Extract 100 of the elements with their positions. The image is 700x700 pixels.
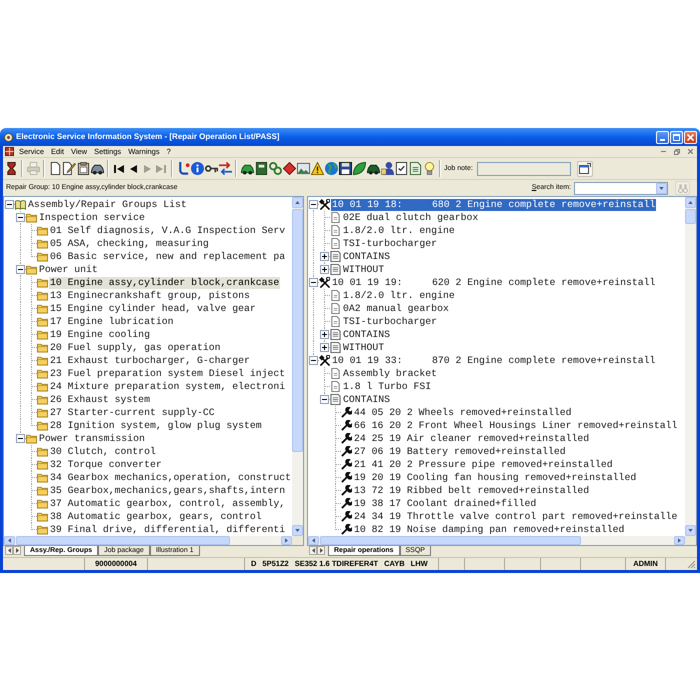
tree-item[interactable]: 39 Final drive, differential, differenti <box>49 524 286 536</box>
tree-item[interactable]: 24 Mixture preparation system, electroni <box>49 380 286 392</box>
maximize-button[interactable] <box>670 130 683 144</box>
scroll-up-button[interactable] <box>685 197 696 208</box>
bulb-icon[interactable] <box>422 162 436 175</box>
tree-item[interactable]: 28 Ignition system, glow plug system <box>49 420 263 432</box>
scroll-left-button[interactable] <box>308 536 319 545</box>
tree-item[interactable]: CONTAINS <box>342 328 392 340</box>
tree-item[interactable]: CONTAINS <box>342 394 392 406</box>
tree-toggle[interactable] <box>320 343 329 352</box>
tree-item[interactable]: CONTAINS <box>342 250 392 262</box>
tree-item[interactable]: 27 06 19 Battery removed+reinstalled <box>353 446 567 458</box>
tree-item[interactable]: 15 Engine cylinder head, valve gear <box>49 302 257 314</box>
tree-item[interactable]: Assembly/Repair Groups List <box>27 198 188 210</box>
tree-item[interactable]: 20 Fuel supply, gas operation <box>49 342 222 354</box>
tree-item[interactable]: 13 Enginecrankshaft group, pistons <box>49 290 251 302</box>
scrollbar-thumb[interactable] <box>292 209 303 452</box>
tree-item[interactable]: WITHOUT <box>342 264 386 276</box>
tree-item[interactable]: 35 Gearbox,mechanics,gears,shafts,intern <box>49 484 286 496</box>
tree-item[interactable]: TSI-turbocharger <box>342 238 438 250</box>
tree-item[interactable]: 02E dual clutch gearbox <box>342 212 480 224</box>
car-icon[interactable] <box>366 162 380 175</box>
tree-item[interactable]: 17 Engine lubrication <box>49 316 174 328</box>
scroll-down-button[interactable] <box>685 525 696 536</box>
tab-scroll-left-button[interactable] <box>5 546 13 555</box>
globe-icon[interactable] <box>324 162 338 175</box>
tree-item[interactable]: 24 34 19 Throttle valve control part removed+reinstalle <box>353 510 678 522</box>
tree-item[interactable]: 34 Gearbox mechanics,operation, construct <box>49 472 292 484</box>
page-icon[interactable] <box>48 162 62 175</box>
checklist-icon[interactable] <box>394 162 408 175</box>
tree-item[interactable]: TSI-turbocharger <box>342 316 438 328</box>
scroll-down-button[interactable] <box>292 525 303 536</box>
warning-icon[interactable] <box>310 162 324 175</box>
scroll-left-button[interactable] <box>4 536 15 545</box>
diamond-icon[interactable] <box>282 162 296 175</box>
tree-toggle[interactable] <box>5 200 14 209</box>
restore-icon[interactable] <box>674 148 680 154</box>
tree-item[interactable]: 19 Engine cooling <box>49 328 151 340</box>
tree-toggle[interactable] <box>320 265 329 274</box>
tree-item[interactable]: 10 01 19 18: 680 2 Engine complete remove+reinstall <box>331 198 656 210</box>
tree-item[interactable]: 05 ASA, checking, measuring <box>49 238 210 250</box>
close-icon[interactable] <box>688 149 693 154</box>
tree-toggle[interactable] <box>309 278 318 287</box>
hook-icon[interactable] <box>176 162 190 175</box>
tree-toggle[interactable] <box>320 395 329 404</box>
tree-item[interactable]: 19 20 19 Cooling fan housing removed+reinstalled <box>353 472 638 484</box>
tree-item[interactable]: 01 Self diagnosis, V.A.G Inspection Serv <box>49 224 286 236</box>
tree-item[interactable]: 44 05 20 2 Wheels removed+reinstalled <box>353 406 573 418</box>
tree-toggle[interactable] <box>320 252 329 261</box>
previous-icon[interactable] <box>130 164 136 172</box>
tree-item[interactable]: 13 72 19 Ribbed belt removed+reinstalled <box>353 484 590 496</box>
tree-item[interactable]: 26 Exhaust system <box>49 394 151 406</box>
tree-item[interactable]: 19 38 17 Coolant drained+filled <box>353 498 538 510</box>
tree-toggle[interactable] <box>16 265 25 274</box>
scroll-up-button[interactable] <box>292 197 303 208</box>
note-button[interactable] <box>576 160 593 176</box>
tree-toggle[interactable] <box>16 213 25 222</box>
scrollbar-thumb[interactable] <box>16 536 230 545</box>
car-icon[interactable] <box>90 162 104 175</box>
tree-item[interactable]: 1.8/2.0 ltr. engine <box>342 224 456 236</box>
tree-item[interactable]: 23 Fuel preparation system Diesel inject <box>49 368 286 380</box>
scrollbar-thumb[interactable] <box>685 209 696 224</box>
tree-toggle[interactable] <box>309 200 318 209</box>
leaf-icon[interactable] <box>352 162 366 175</box>
document-icon[interactable] <box>408 162 422 175</box>
tree-item[interactable]: 10 01 19 19: 620 2 Engine complete remove+reinstall <box>331 276 656 288</box>
info-icon[interactable] <box>190 162 204 175</box>
tree-item[interactable]: 30 Clutch, control <box>49 446 157 458</box>
tree-toggle[interactable] <box>16 434 25 443</box>
scroll-right-button[interactable] <box>674 536 685 545</box>
tree-item[interactable]: 10 01 19 33: 870 2 Engine complete remove+reinstall <box>331 354 656 366</box>
scrollbar-thumb[interactable] <box>320 536 581 545</box>
tree-item[interactable]: 21 41 20 2 Pressure pipe removed+reinstalled <box>353 458 614 470</box>
picture-icon[interactable] <box>296 162 310 175</box>
tree-item[interactable]: Inspection service <box>38 212 146 224</box>
tree-item[interactable]: Power transmission <box>38 432 146 444</box>
tree-item[interactable]: 1.8 l Turbo FSI <box>342 380 432 392</box>
tree-item[interactable]: 21 Exhaust turbocharger, G-charger <box>49 354 251 366</box>
clipboard-icon[interactable] <box>76 162 90 175</box>
chain-icon[interactable] <box>268 162 282 175</box>
search-field[interactable] <box>574 182 668 194</box>
key-icon[interactable] <box>204 164 218 172</box>
tab-scroll-right-button[interactable] <box>317 546 325 555</box>
tree-item[interactable]: 10 Engine assy,cylinder block,crankcase <box>49 276 280 288</box>
tree-item[interactable]: 27 Starter-current supply-CC <box>49 406 216 418</box>
tree-item[interactable]: 24 25 19 Air cleaner removed+reinstalled <box>353 432 590 444</box>
person-icon[interactable] <box>380 162 394 175</box>
tree-toggle[interactable] <box>320 330 329 339</box>
skip-back-icon[interactable] <box>114 164 124 172</box>
car-icon[interactable] <box>240 162 254 175</box>
close-button[interactable] <box>684 130 697 144</box>
tree-item[interactable]: 10 82 19 Noise damping pan removed+reinstalled <box>353 524 626 536</box>
hourglass-icon[interactable] <box>4 162 18 175</box>
scroll-right-button[interactable] <box>281 536 292 545</box>
dropdown-button[interactable] <box>656 182 667 194</box>
tree-item[interactable]: 32 Torque converter <box>49 458 163 470</box>
tree-item[interactable]: WITHOUT <box>342 342 386 354</box>
tree-item[interactable]: 66 16 20 2 Front Wheel Housings Liner removed+reinstall <box>353 420 678 432</box>
minimize-button[interactable] <box>656 130 669 144</box>
swap-arrows-icon[interactable] <box>218 162 232 175</box>
